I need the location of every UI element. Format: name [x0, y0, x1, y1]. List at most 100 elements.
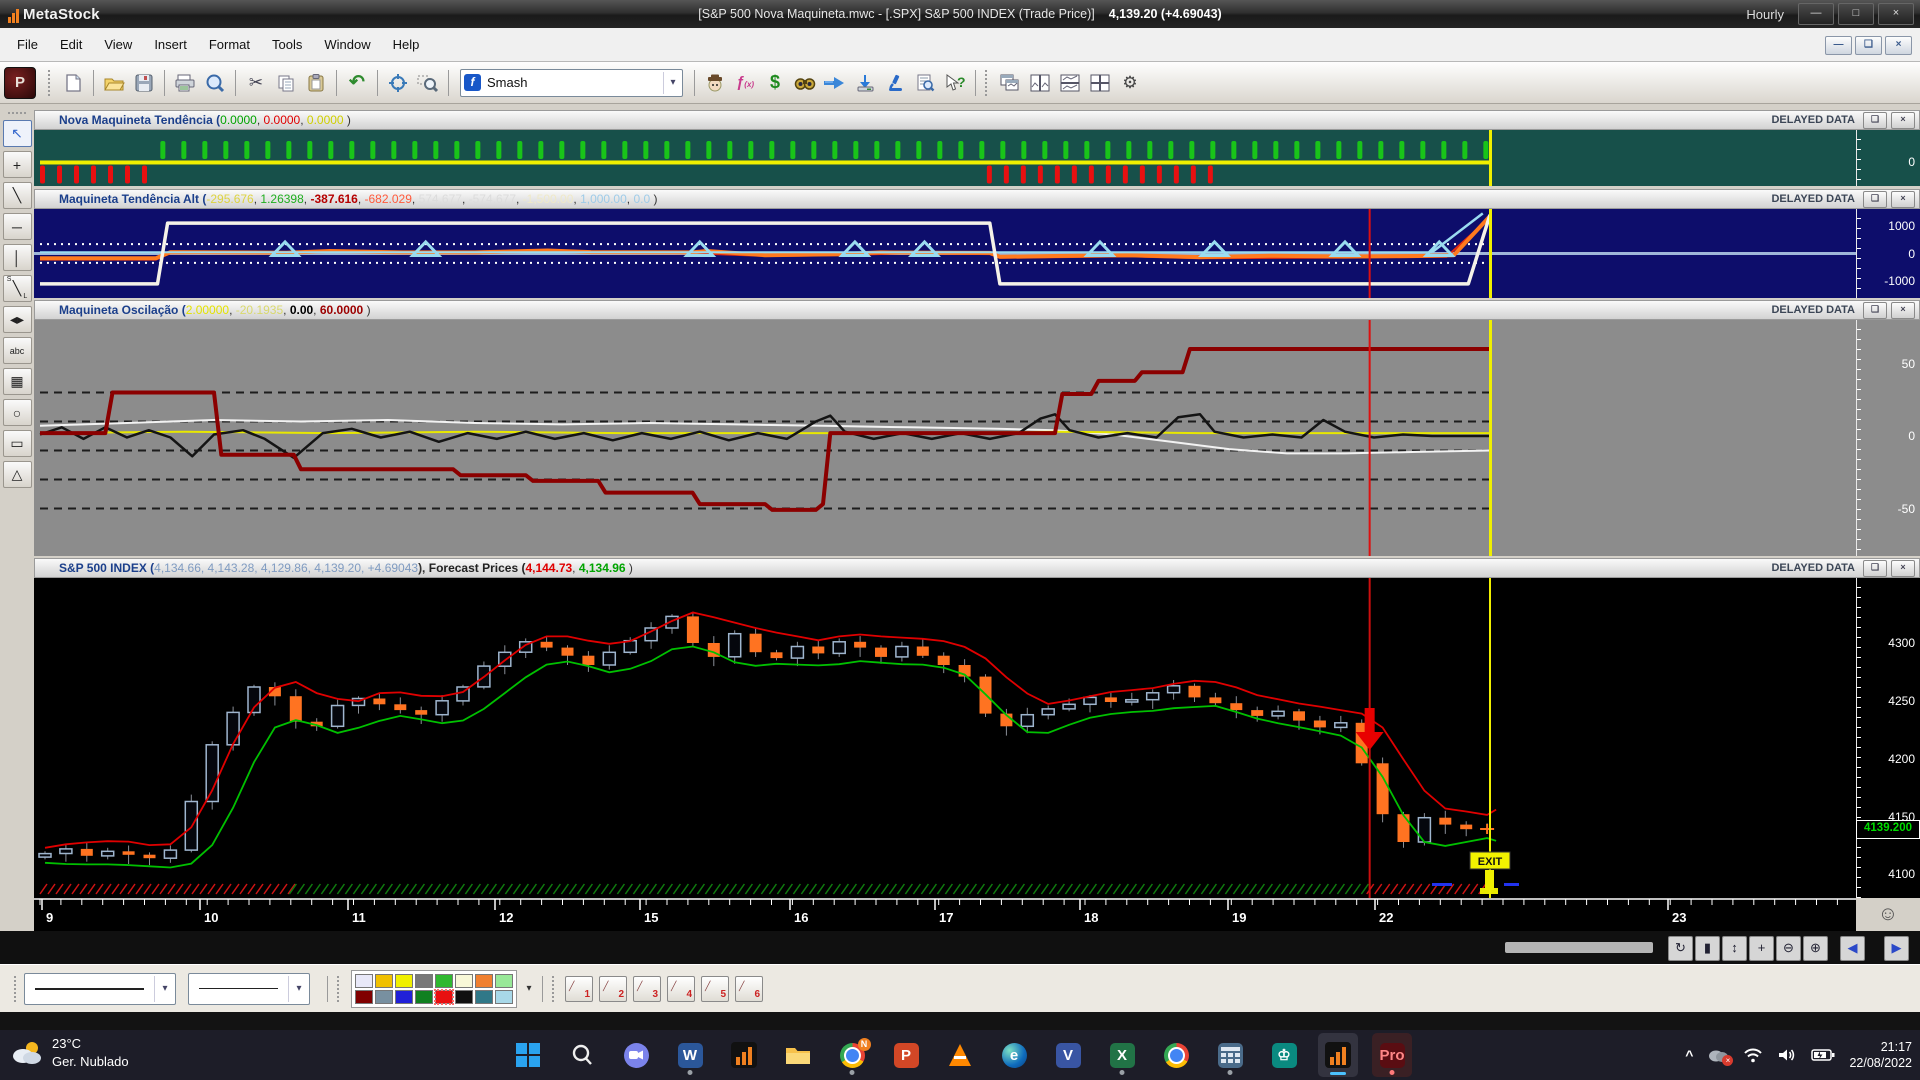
color-swatch[interactable] — [375, 989, 393, 1004]
color-swatch[interactable] — [395, 973, 413, 988]
color-swatch[interactable] — [495, 989, 513, 1004]
volume-icon[interactable] — [1777, 1047, 1797, 1063]
chevron-down-icon[interactable]: ▾ — [288, 975, 309, 1002]
pan-icon[interactable]: + — [1749, 936, 1774, 961]
visio-taskbar-icon[interactable]: V — [1048, 1033, 1088, 1077]
panel-maximize-icon[interactable]: ❏ — [1863, 559, 1887, 577]
menu-file[interactable]: File — [6, 31, 49, 58]
color-swatch[interactable] — [435, 973, 453, 988]
toolbar-grip[interactable] — [337, 975, 343, 1002]
child-close-icon[interactable]: × — [1885, 36, 1912, 55]
scroll-right-icon[interactable]: ▶ — [1884, 936, 1909, 961]
symbol-search-combo[interactable]: f Smash ▾ — [460, 68, 683, 97]
menu-window[interactable]: Window — [313, 31, 381, 58]
chrome-taskbar-icon[interactable] — [1156, 1033, 1196, 1077]
tray-chevron-icon[interactable]: ^ — [1685, 1047, 1693, 1063]
horizontal-line-tool[interactable]: ─ — [2, 213, 32, 240]
power-console-button[interactable]: P — [4, 66, 36, 99]
text-tool[interactable]: abc — [2, 337, 32, 364]
system-tester-icon[interactable]: $ — [761, 69, 789, 97]
rectangle-tool[interactable]: ▭ — [2, 430, 32, 457]
onedrive-error-icon[interactable]: × — [1707, 1047, 1734, 1066]
menu-view[interactable]: View — [93, 31, 143, 58]
line-weight-combo[interactable]: ▾ — [188, 972, 310, 1005]
adobe-pro-taskbar-icon[interactable]: Pro — [1372, 1033, 1412, 1077]
print-preview-icon[interactable] — [201, 69, 229, 97]
tile-vertical-icon[interactable] — [1026, 69, 1054, 97]
template-3-button[interactable]: ╱ 3 — [633, 975, 661, 1002]
explorer-icon[interactable] — [701, 69, 729, 97]
vertical-fit-icon[interactable]: ↕ — [1722, 936, 1747, 961]
tendencia-alt-indicator-chart[interactable] — [34, 209, 1856, 298]
menu-edit[interactable]: Edit — [49, 31, 93, 58]
refresh-icon[interactable]: ↻ — [1668, 936, 1693, 961]
go-forward-icon[interactable] — [821, 69, 849, 97]
minimize-icon[interactable]: — — [1798, 3, 1834, 25]
wifi-icon[interactable] — [1743, 1047, 1763, 1063]
color-swatch[interactable] — [434, 988, 454, 1005]
template-6-button[interactable]: ╱ 6 — [735, 975, 763, 1002]
menu-tools[interactable]: Tools — [261, 31, 313, 58]
start-taskbar-icon[interactable] — [508, 1033, 548, 1077]
battery-icon[interactable] — [1811, 1048, 1835, 1062]
semilog-line-tool[interactable]: ╲ S L — [2, 275, 32, 302]
calculator-taskbar-icon[interactable] — [1210, 1033, 1250, 1077]
template-1-button[interactable]: ╱ 1 — [565, 975, 593, 1002]
panel-close-icon[interactable]: × — [1891, 559, 1915, 577]
color-swatch[interactable] — [455, 989, 473, 1004]
color-swatch[interactable] — [355, 973, 373, 988]
chevron-down-icon[interactable]: ▾ — [663, 71, 682, 94]
oscilacao-indicator-chart[interactable] — [34, 320, 1856, 556]
powerpoint-taskbar-icon[interactable]: P — [886, 1033, 926, 1077]
scroll-arrows-tool[interactable]: ◂▸ — [2, 306, 32, 333]
panel-close-icon[interactable]: × — [1891, 111, 1915, 129]
cut-icon[interactable]: ✂ — [242, 69, 270, 97]
close-icon[interactable]: × — [1878, 3, 1914, 25]
pointer-tool[interactable]: ↖ — [2, 120, 32, 147]
panel-close-icon[interactable]: × — [1891, 190, 1915, 208]
toolbar-grip[interactable] — [14, 975, 20, 1002]
price-candlestick-chart[interactable]: EXIT — [34, 578, 1856, 898]
scan-icon[interactable] — [791, 69, 819, 97]
tile-horizontal-icon[interactable] — [1056, 69, 1084, 97]
color-swatch[interactable] — [415, 973, 433, 988]
menu-format[interactable]: Format — [198, 31, 261, 58]
zoom-select-icon[interactable] — [414, 69, 442, 97]
color-swatch[interactable] — [415, 989, 433, 1004]
color-swatch[interactable] — [475, 973, 493, 988]
child-minimize-icon[interactable]: — — [1825, 36, 1852, 55]
paste-icon[interactable] — [302, 69, 330, 97]
downloader-icon[interactable] — [851, 69, 879, 97]
edge-taskbar-icon[interactable]: e — [994, 1033, 1034, 1077]
template-4-button[interactable]: ╱ 4 — [667, 975, 695, 1002]
color-swatch[interactable] — [395, 989, 413, 1004]
word-taskbar-icon[interactable]: W — [670, 1033, 710, 1077]
save-icon[interactable] — [130, 69, 158, 97]
crosshair-icon[interactable] — [384, 69, 412, 97]
indicator-builder-icon[interactable]: ƒ(x) — [731, 69, 759, 97]
grid-tool[interactable]: ▦ — [2, 368, 32, 395]
excel-taskbar-icon[interactable]: X — [1102, 1033, 1142, 1077]
cascade-icon[interactable] — [996, 69, 1024, 97]
line-style-combo[interactable]: ▾ — [24, 972, 176, 1005]
chevron-down-icon[interactable]: ▾ — [154, 975, 175, 1002]
sidebar-grip[interactable] — [8, 112, 26, 114]
menu-insert[interactable]: Insert — [143, 31, 198, 58]
toolbar-grip[interactable] — [48, 69, 54, 96]
color-swatch[interactable] — [495, 973, 513, 988]
menu-help[interactable]: Help — [382, 31, 431, 58]
color-swatch[interactable] — [375, 973, 393, 988]
enhanced-tester-icon[interactable] — [881, 69, 909, 97]
metastock-taskbar-icon[interactable] — [724, 1033, 764, 1077]
child-restore-icon[interactable]: ❏ — [1855, 36, 1882, 55]
new-chart-icon[interactable] — [59, 69, 87, 97]
crosshair-tool[interactable]: + — [2, 151, 32, 178]
expert-advisor-icon[interactable] — [911, 69, 939, 97]
file-explorer-taskbar-icon[interactable] — [778, 1033, 818, 1077]
taskbar-clock[interactable]: 21:17 22/08/2022 — [1849, 1039, 1912, 1072]
toolbar-grip[interactable] — [552, 975, 558, 1002]
toolbar-grip[interactable] — [985, 69, 991, 96]
panel-maximize-icon[interactable]: ❏ — [1863, 111, 1887, 129]
open-icon[interactable] — [100, 69, 128, 97]
palette-dropdown-icon[interactable]: ▾ — [521, 972, 537, 1006]
